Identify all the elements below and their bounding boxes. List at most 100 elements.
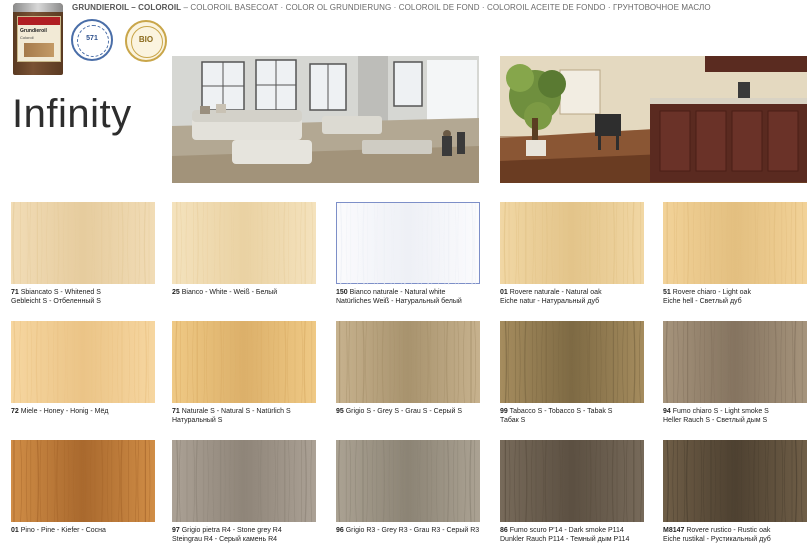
wood-grain [176, 440, 313, 522]
swatch-caption-line1: 72 Miele - Honey - Honig - Мёд [11, 407, 108, 416]
wood-grain [338, 440, 475, 522]
wood-swatch-25 [172, 202, 316, 284]
swatch-name: Naturale S - Natural S - Natürlich S [179, 408, 291, 415]
swatch-code: 01 [11, 527, 19, 534]
wood-swatch-99 [500, 321, 644, 403]
swatch-caption: 01 Pino - Pine - Kiefer - Сосна [11, 526, 106, 535]
swatch-caption: 71 Naturale S - Natural S - Natürlich SН… [172, 407, 291, 425]
swatch-caption-line1: 51 Rovere chiaro - Light oak [663, 288, 751, 297]
swatch-caption: 97 Grigio pietra R4 - Stone grey R4 Stein… [172, 526, 282, 544]
swatch-caption-line1: 86 Fumo scuro P'14 - Dark smoke P114 [500, 526, 629, 535]
wood-swatch-150 [336, 202, 480, 285]
wood-grain [175, 321, 313, 403]
swatch-caption-line1: 150 Bianco naturale - Natural white [336, 288, 462, 297]
swatch-caption-line1: 71 Sbiancato S - Whitened S [11, 288, 101, 297]
swatch-name: Grigio pietra R4 - Stone grey R4 [179, 527, 282, 534]
seal-gold-text: BIO [138, 35, 154, 44]
kitchen-illustration [500, 56, 807, 183]
swatch-code: 86 [500, 527, 508, 534]
wood-grain [666, 202, 804, 284]
swatch-caption: 150 Bianco naturale - Natural white Natür… [336, 288, 462, 306]
swatch-name: Rovere naturale - Natural oak [507, 289, 602, 296]
swatch-code: M8147 [663, 527, 685, 534]
swatch-caption-line1: 25 Bianco - White - Weiß - Белый [172, 288, 277, 297]
swatch-code: 51 [663, 289, 671, 296]
swatch-caption: 86 Fumo scuro P'14 - Dark smoke P114 Dunk… [500, 526, 629, 544]
swatch-caption-line1: 95 Grigio S - Grey S - Grau S - Серый S [336, 407, 462, 416]
swatch-caption-line2: Eiche hell - Светлый дуб [663, 298, 742, 305]
wood-grain [339, 321, 476, 403]
wood-swatch-m8147 [663, 440, 807, 522]
swatch-caption: 96 Grigio R3 - Grey R3 - Grau R3 - Серый… [336, 526, 479, 535]
wood-grain [176, 202, 314, 284]
interior-photo-kitchen [500, 56, 807, 183]
swatch-code: 96 [336, 527, 344, 534]
swatch-caption: 95 Grigio S - Grey S - Grau S - Серый S [336, 407, 462, 416]
swatch-name: Bianco naturale - Natural white [347, 289, 446, 296]
swatch-caption: 25 Bianco - White - Weiß - Белый [172, 288, 277, 297]
wood-grain [340, 203, 476, 285]
certification-seal-gold: BIO [125, 20, 167, 62]
swatch-caption: 01 Rovere naturale - Natural oak Eiche na… [500, 288, 602, 306]
swatch-caption-line1: 99 Tabacco S - Tobacco S - Tabak S [500, 407, 612, 416]
swatch-code: 150 [336, 289, 348, 296]
wood-swatch-71 [11, 202, 155, 284]
seal-blue-text: 571 [86, 35, 98, 42]
swatch-name: Miele - Honey - Honig - Мёд [18, 408, 109, 415]
swatch-caption-line1: 97 Grigio pietra R4 - Stone grey R4 [172, 526, 282, 535]
swatch-code: 72 [11, 408, 19, 415]
can-label: Grundieroil Coloroil [17, 16, 61, 62]
swatch-name: Fumo chiaro S - Light smoke S [670, 408, 769, 415]
swatch-code: 94 [663, 408, 671, 415]
wood-grain [503, 202, 641, 284]
swatch-name: Grigio R3 - Grey R3 - Grau R3 - Серый R3 [343, 527, 480, 534]
swatch-code: 97 [172, 527, 180, 534]
wood-swatch-97 [172, 440, 316, 522]
swatch-code: 95 [336, 408, 344, 415]
header-languages-line: GRUNDIEROIL – COLOROIL – COLOROIL BASECO… [72, 3, 711, 12]
swatch-caption-line2: Eiche natur - Натуральный дуб [500, 298, 600, 305]
swatch-name: Fumo scuro P'14 - Dark smoke P114 [507, 527, 624, 534]
can-label-subtitle: Coloroil [20, 35, 34, 40]
swatch-caption-line1: M8147 Rovere rustico - Rustic oak [663, 526, 771, 535]
wood-swatch-96 [336, 440, 480, 522]
swatch-code: 25 [172, 289, 180, 296]
swatch-caption: 71 Sbiancato S - Whitened S Gebleicht S -… [11, 288, 101, 306]
product-can-image: Grundieroil Coloroil [13, 3, 63, 75]
wood-grain [504, 440, 642, 522]
swatch-caption: M8147 Rovere rustico - Rustic oak Eiche r… [663, 526, 771, 544]
certification-seal-blue: 571 [71, 19, 113, 61]
wood-grain [13, 321, 150, 403]
swatch-name: Grigio S - Grey S - Grau S - Серый S [343, 408, 463, 415]
swatch-caption-line1: 96 Grigio R3 - Grey R3 - Grau R3 - Серый… [336, 526, 479, 535]
swatch-code: 01 [500, 289, 508, 296]
swatch-caption: 99 Tabacco S - Tobacco S - Tabak S Табак … [500, 407, 612, 425]
wood-grain [666, 440, 803, 522]
swatch-caption-line2: Dunkler Rauch P114 - Темный дым P114 [500, 536, 630, 543]
wood-swatch-95 [336, 321, 480, 403]
header-product-name: GRUNDIEROIL – COLOROIL [72, 3, 182, 12]
swatch-caption-line1: 01 Pino - Pine - Kiefer - Сосна [11, 526, 106, 535]
swatch-code: 71 [11, 289, 19, 296]
can-lid [13, 3, 63, 12]
swatch-name: Sbiancato S - Whitened S [18, 289, 101, 296]
swatch-caption-line2: Gebleicht S - Отбеленный S [11, 298, 101, 305]
swatch-name: Rovere rustico - Rustic oak [684, 527, 771, 534]
can-label-title: Grundieroil [20, 28, 47, 34]
wood-swatch-51 [663, 202, 807, 284]
swatch-code: 71 [172, 408, 180, 415]
swatch-name: Rovere chiaro - Light oak [670, 289, 751, 296]
swatch-caption: 94 Fumo chiaro S - Light smoke S Heller R… [663, 407, 769, 425]
living-room-illustration [172, 56, 479, 183]
wood-grain [12, 202, 150, 284]
swatch-caption: 72 Miele - Honey - Honig - Мёд [11, 407, 108, 416]
swatch-caption-line1: 94 Fumo chiaro S - Light smoke S [663, 407, 769, 416]
swatch-caption-line2: Heller Rauch S - Светлый дым S [663, 417, 768, 424]
wood-grain [665, 321, 803, 403]
swatch-caption-line2: Eiche rustikal - Рустикальный дуб [663, 536, 771, 543]
wood-grain [504, 321, 641, 403]
swatch-name: Pino - Pine - Kiefer - Сосна [18, 527, 106, 534]
wood-swatch-94 [663, 321, 807, 403]
wood-grain [13, 440, 151, 522]
swatch-caption-line2: Natürliches Weiß - Натуральный белый [336, 298, 462, 305]
